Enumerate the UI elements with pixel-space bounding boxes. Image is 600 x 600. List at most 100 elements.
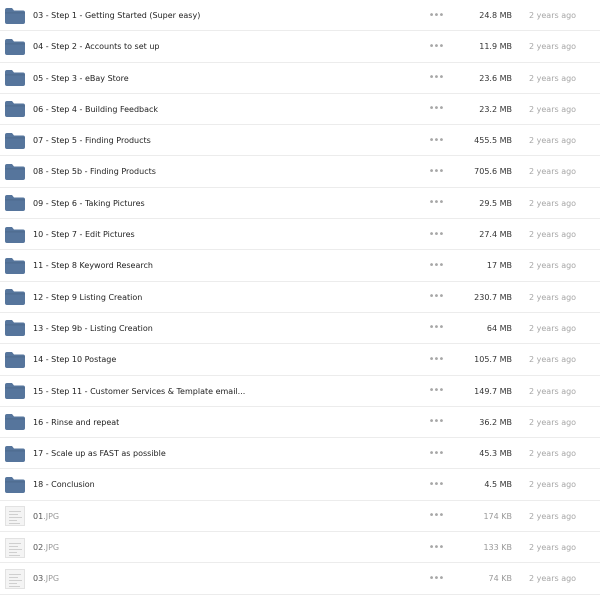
folder-row[interactable]: 10 - Step 7 - Edit Pictures ••• 27.4 MB 2 y… [0, 219, 600, 251]
folder-row[interactable]: 07 - Step 5 - Finding Products ••• 455.5 M… [0, 125, 600, 157]
more-options-button[interactable]: ••• [428, 63, 445, 94]
size-value: 4.5 MB [484, 480, 512, 490]
modified-date: 2 years ago [529, 292, 577, 302]
folder-icon [0, 438, 30, 469]
size-value: 74 KB [488, 574, 512, 584]
more-dots-icon: ••• [428, 103, 445, 115]
more-dots-icon: ••• [428, 510, 445, 522]
folder-icon [0, 125, 30, 156]
more-options-button[interactable]: ••• [428, 156, 445, 187]
more-dots-icon: ••• [428, 134, 445, 146]
folder-row[interactable]: 18 - Conclusion ••• 4.5 MB 2 years ago [0, 469, 600, 501]
more-options-button[interactable]: ••• [428, 407, 445, 438]
more-options-button[interactable]: ••• [428, 501, 445, 532]
modified-date: 2 years ago [529, 230, 577, 240]
folder-row[interactable]: 04 - Step 2 - Accounts to set up ••• 11.9 … [0, 31, 600, 63]
folder-row[interactable]: 13 - Step 9b - Listing Creation ••• 64 MB 2… [0, 313, 600, 345]
folder-name[interactable]: 10 - Step 7 - Edit Pictures [33, 219, 135, 250]
size-value: 24.8 MB [479, 11, 512, 20]
folder-row[interactable]: 11 - Step 8 Keyword Research ••• 17 MB 2 ye… [0, 250, 600, 282]
folder-row[interactable]: 12 - Step 9 Listing Creation ••• 230.7 MB 2… [0, 282, 600, 313]
file-extension: .JPG [43, 543, 60, 553]
more-dots-icon: ••• [428, 322, 445, 334]
file-list: 03 - Step 1 - Getting Started (Super eas… [0, 0, 600, 595]
size-value: 17 MB [486, 261, 512, 271]
more-options-button[interactable]: ••• [428, 344, 445, 375]
more-dots-icon: ••• [428, 259, 445, 271]
folder-name[interactable]: 05 - Step 3 - eBay Store [33, 63, 129, 94]
file-name[interactable]: 02.JPG [33, 532, 59, 563]
more-dots-icon: ••• [428, 541, 445, 553]
file-extension: .JPG [43, 574, 60, 584]
more-options-button[interactable]: ••• [428, 532, 445, 563]
modified-date: 2 years ago [529, 261, 577, 271]
more-dots-icon: ••• [428, 9, 445, 21]
more-options-button[interactable]: ••• [428, 188, 445, 219]
file-name[interactable]: 03.JPG [33, 563, 59, 594]
folder-icon [0, 31, 30, 62]
size-value: 133 KB [483, 543, 512, 553]
folder-row[interactable]: 15 - Step 11 - Customer Services & Templ… [0, 376, 600, 407]
folder-name[interactable]: 16 - Rinse and repeat [33, 407, 119, 438]
more-dots-icon: ••• [428, 572, 445, 584]
more-options-button[interactable]: ••• [428, 0, 445, 31]
image-thumbnail-icon [0, 501, 30, 532]
more-options-button[interactable]: ••• [428, 376, 445, 407]
more-options-button[interactable]: ••• [428, 219, 445, 250]
folder-icon [0, 313, 30, 344]
file-row[interactable]: 03.JPG ••• 74 KB 2 years ago [0, 563, 600, 595]
more-options-button[interactable]: ••• [428, 94, 445, 125]
name-text: 13 - Step 9b - Listing Creation [33, 323, 153, 333]
folder-name[interactable]: 18 - Conclusion [33, 469, 95, 500]
more-options-button[interactable]: ••• [428, 563, 445, 594]
folder-name[interactable]: 17 - Scale up as FAST as possible [33, 438, 166, 469]
name-text: 06 - Step 4 - Building Feedback [33, 104, 159, 114]
more-options-button[interactable]: ••• [428, 250, 445, 281]
size-value: 23.6 MB [479, 73, 512, 83]
modified-date: 2 years ago [529, 574, 577, 584]
more-options-button[interactable]: ••• [428, 282, 445, 313]
folder-row[interactable]: 05 - Step 3 - eBay Store ••• 23.6 MB 2 year… [0, 63, 600, 94]
modified-date: 2 years ago [529, 198, 577, 208]
folder-row[interactable]: 17 - Scale up as FAST as possible ••• 45.3… [0, 438, 600, 470]
name-text: 16 - Rinse and repeat [33, 417, 120, 427]
name-text: 10 - Step 7 - Edit Pictures [33, 230, 135, 240]
folder-row[interactable]: 03 - Step 1 - Getting Started (Super eas… [0, 0, 600, 32]
more-options-button[interactable]: ••• [428, 31, 445, 62]
folder-row[interactable]: 09 - Step 6 - Taking Pictures ••• 29.5 MB 2… [0, 188, 600, 220]
folder-name[interactable]: 06 - Step 4 - Building Feedback [33, 94, 158, 125]
more-options-button[interactable]: ••• [428, 125, 445, 156]
more-options-button[interactable]: ••• [428, 313, 445, 344]
folder-name[interactable]: 14 - Step 10 Postage [33, 344, 116, 375]
size-value: 64 MB [486, 323, 512, 333]
file-row[interactable]: 01.JPG ••• 174 KB 2 years ago [0, 501, 600, 533]
folder-name[interactable]: 11 - Step 8 Keyword Research [33, 250, 153, 281]
folder-name[interactable]: 15 - Step 11 - Customer Services & Templ… [33, 376, 245, 407]
name-text: 12 - Step 9 Listing Creation [33, 292, 143, 302]
folder-name[interactable]: 13 - Step 9b - Listing Creation [33, 313, 153, 344]
file-row[interactable]: 02.JPG ••• 133 KB 2 years ago [0, 532, 600, 564]
more-dots-icon: ••• [428, 228, 445, 240]
folder-name[interactable]: 07 - Step 5 - Finding Products [33, 125, 151, 156]
folder-name[interactable]: 04 - Step 2 - Accounts to set up [33, 31, 159, 62]
folder-name[interactable]: 08 - Step 5b - Finding Products [33, 156, 156, 187]
name-text: 17 - Scale up as FAST as possible [33, 449, 166, 459]
name-text: 07 - Step 5 - Finding Products [33, 136, 151, 146]
file-name[interactable]: 01.JPG [33, 501, 59, 532]
folder-name[interactable]: 09 - Step 6 - Taking Pictures [33, 188, 145, 219]
name-text: 03 - Step 1 - Getting Started (Super eas… [33, 11, 201, 20]
image-thumbnail-icon [0, 532, 30, 563]
folder-row[interactable]: 06 - Step 4 - Building Feedback ••• 23.2 M… [0, 94, 600, 126]
modified-date: 2 years ago [529, 449, 577, 459]
folder-name[interactable]: 03 - Step 1 - Getting Started (Super eas… [33, 0, 200, 31]
folder-icon [0, 282, 30, 313]
name-text: 05 - Step 3 - eBay Store [33, 73, 129, 83]
modified-date: 2 years ago [529, 323, 577, 333]
more-dots-icon: ••• [428, 197, 445, 209]
more-options-button[interactable]: ••• [428, 438, 445, 469]
folder-row[interactable]: 08 - Step 5b - Finding Products ••• 705.6 … [0, 156, 600, 188]
folder-row[interactable]: 14 - Step 10 Postage ••• 105.7 MB 2 years a… [0, 344, 600, 376]
more-options-button[interactable]: ••• [428, 469, 445, 500]
folder-name[interactable]: 12 - Step 9 Listing Creation [33, 282, 142, 313]
folder-row[interactable]: 16 - Rinse and repeat ••• 36.2 MB 2 years a… [0, 407, 600, 439]
